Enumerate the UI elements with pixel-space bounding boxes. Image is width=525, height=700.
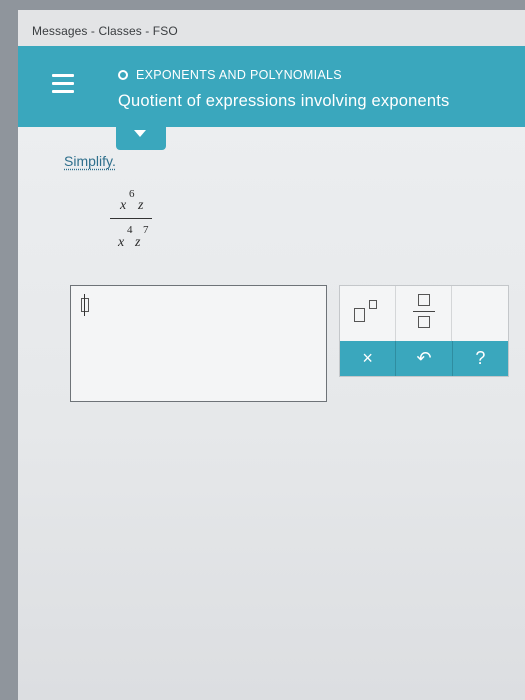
numerator-x: x [120,198,127,213]
lesson-header: EXPONENTS AND POLYNOMIALS Quotient of ex… [18,46,525,127]
fraction-denominator: x 4 z 7 [110,224,152,250]
exponent-icon-superscript [369,300,377,309]
expression-fraction: x 6 z x 4 z 7 [110,188,152,250]
help-button[interactable]: ? [452,341,508,376]
keypad-action-row: × ↶ ? [340,341,508,376]
section-title: EXPONENTS AND POLYNOMIALS [136,68,342,82]
section-row: EXPONENTS AND POLYNOMIALS [118,68,342,82]
clear-button[interactable]: × [340,341,397,376]
denominator-z: z [135,235,141,250]
fraction-bar [110,218,152,219]
input-placeholder-box [81,298,89,312]
fraction-button[interactable] [396,286,452,341]
fraction-icon [418,294,430,306]
browser-tab-bar: Messages - Classes - FSO [18,10,525,47]
keypad-empty-slot [452,286,508,341]
numerator-z: z [138,198,144,213]
denominator-x: x [118,235,125,250]
chevron-down-icon[interactable] [116,118,166,150]
denominator-x-exponent: 4 [127,224,133,236]
keypad-template-row [340,286,508,341]
text-cursor [84,294,85,316]
numerator-x-exponent: 6 [129,188,135,200]
simplify-link[interactable]: Simplify. [64,153,116,169]
answer-input[interactable] [70,285,327,402]
denominator-z-exponent: 7 [143,224,149,236]
undo-button[interactable]: ↶ [396,341,453,376]
browser-tab-title[interactable]: Messages - Classes - FSO [32,24,178,38]
exponent-icon [354,308,365,322]
fraction-icon-bar [413,311,435,312]
screen: Messages - Classes - FSO EXPONENTS AND P… [18,10,525,700]
exponent-button[interactable] [340,286,396,341]
fraction-numerator: x 6 z [110,188,152,214]
menu-icon[interactable] [52,74,74,96]
math-keypad: × ↶ ? [339,285,509,377]
page-title: Quotient of expressions involving expone… [118,92,450,110]
fraction-icon-bottom [418,316,430,328]
circle-icon [118,70,128,80]
